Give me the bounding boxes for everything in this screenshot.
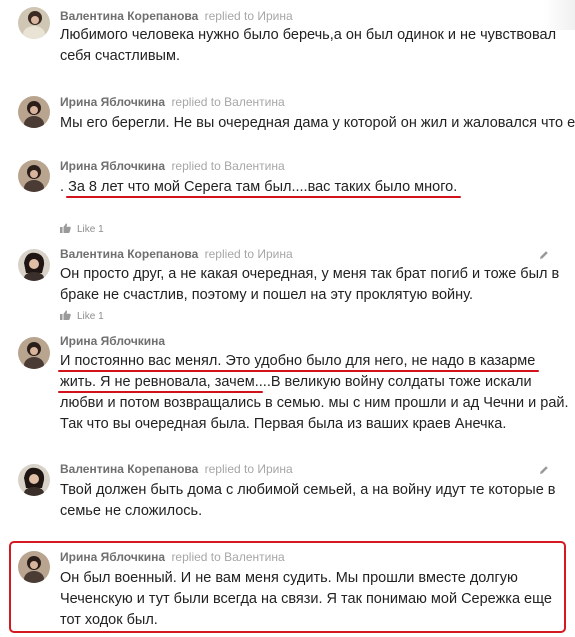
like-count: Like 1 (77, 224, 104, 235)
author-name[interactable]: Валентина Корепанова (60, 462, 198, 476)
edit-pencil-icon[interactable] (539, 250, 549, 260)
thumbs-up-icon (60, 310, 71, 320)
comment-line: семье не сложилось. (60, 503, 203, 519)
highlighted-text: За 8 лет что мой Серега там был....вас т… (68, 179, 458, 195)
like-count: Like 1 (77, 311, 104, 322)
comment-text: Твой должен быть дома с любимой семьей, … (60, 480, 556, 522)
comment-header: Ирина Яблочкина replied to Валентина (60, 550, 285, 564)
author-name[interactable]: Ирина Яблочкина (60, 334, 165, 348)
comment-line: браке не счастлив, поэтому и пошел на эт… (60, 287, 473, 303)
highlighted-text: И постоянно вас менял. Это удобно было д… (60, 353, 536, 369)
author-name[interactable]: Валентина Корепанова (60, 247, 198, 261)
comment-text: Он был военный. И не вам меня судить. Мы… (60, 568, 552, 631)
comment-text: Мы его берегли. Не вы очередная дама у к… (60, 113, 575, 134)
reply-target[interactable]: Валентина (224, 95, 284, 109)
comment-header: Валентина Корепанова replied to Ирина (60, 462, 293, 476)
comment-text: Любимого человека нужно было беречь,а он… (60, 25, 556, 67)
comment-line: тот ходок был. (60, 612, 158, 628)
reply-target[interactable]: Ирина (257, 9, 292, 23)
comment-line: себя счастливым. (60, 48, 180, 64)
avatar[interactable] (18, 249, 50, 281)
comment-header: Валентина Корепанова replied to Ирина (60, 247, 293, 261)
avatar[interactable] (18, 551, 50, 583)
comment-line: Чеченскую и тут были всегда на связи. Я … (60, 591, 552, 607)
comment-text: Он просто друг, а не какая очередная, у … (60, 264, 559, 306)
comment-header: Ирина Яблочкина replied to Валентина (60, 95, 285, 109)
like-button[interactable]: Like 1 (60, 310, 104, 323)
replied-to-label: replied to (204, 462, 255, 476)
like-button[interactable]: Like 1 (60, 223, 104, 236)
avatar[interactable] (18, 464, 50, 496)
comment-header: Ирина Яблочкина (60, 334, 165, 348)
comment-header: Ирина Яблочкина replied to Валентина (60, 159, 285, 173)
replied-to-label: replied to (171, 95, 221, 109)
author-name[interactable]: Ирина Яблочкина (60, 95, 165, 109)
replied-to-label: replied to (171, 159, 221, 173)
edit-pencil-icon[interactable] (539, 465, 549, 475)
comment-line: Твой должен быть дома с любимой семьей, … (60, 482, 556, 498)
highlighted-text: жить. Я не ревновала, зачем. (60, 374, 259, 390)
reply-target[interactable]: Валентина (224, 159, 284, 173)
avatar[interactable] (18, 337, 50, 369)
author-name[interactable]: Ирина Яблочкина (60, 159, 165, 173)
avatar[interactable] (18, 160, 50, 192)
comment-line: любви и потом возвращались в семью. мы с… (60, 395, 569, 411)
comment-line: Так что вы очередная была. Первая была и… (60, 416, 507, 432)
replied-to-label: replied to (204, 247, 255, 261)
comment-line-rest: ...В великую войну солдаты тоже искали (258, 374, 532, 390)
comment-text: И постоянно вас менял. Это удобно было д… (60, 351, 569, 435)
reply-target[interactable]: Ирина (257, 247, 292, 261)
avatar[interactable] (18, 7, 50, 39)
comment-line: Мы его берегли. Не вы очередная дама у к… (60, 115, 575, 131)
replied-to-label: replied to (204, 9, 255, 23)
comment-text-prefix: . (60, 179, 69, 195)
replied-to-label: replied to (171, 550, 221, 564)
reply-target[interactable]: Валентина (224, 550, 284, 564)
thumbs-up-icon (60, 223, 71, 233)
comment-header: Валентина Корепанова replied to Ирина (60, 9, 293, 23)
reply-target[interactable]: Ирина (257, 462, 292, 476)
author-name[interactable]: Валентина Корепанова (60, 9, 198, 23)
comment-line: Он просто друг, а не какая очередная, у … (60, 266, 560, 282)
author-name[interactable]: Ирина Яблочкина (60, 550, 165, 564)
comment-line: Он был военный. И не вам меня судить. Мы… (60, 570, 518, 586)
comment-line: Любимого человека нужно было беречь,а он… (60, 27, 557, 43)
avatar[interactable] (18, 96, 50, 128)
comment-text: . За 8 лет что мой Серега там был....вас… (60, 177, 457, 198)
